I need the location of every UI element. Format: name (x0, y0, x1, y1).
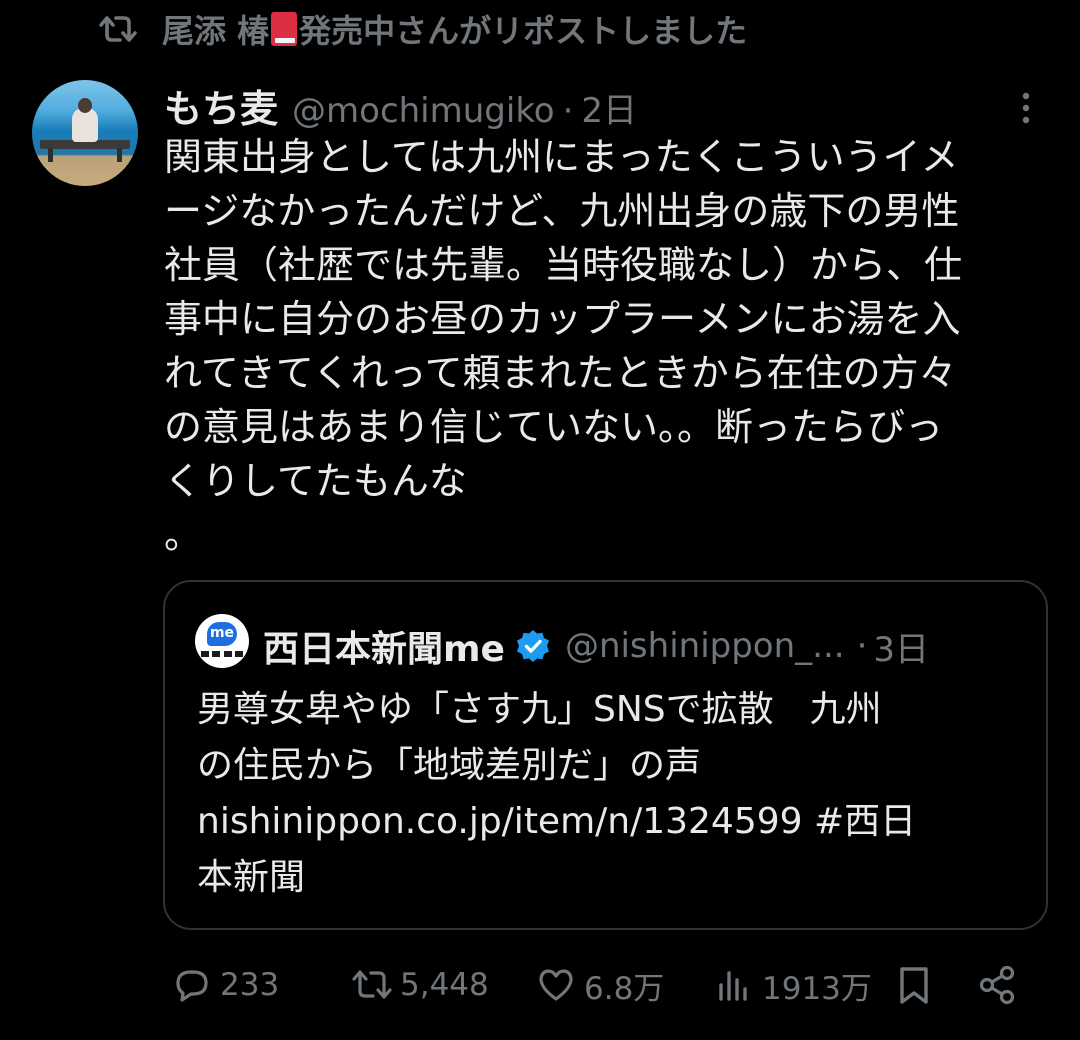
views-count: 1913万 (762, 970, 872, 1007)
separator: · (562, 91, 574, 131)
display-name[interactable]: もち麦 (164, 78, 278, 133)
repost-banner-name: 尾添 椿 (162, 12, 270, 50)
repost-count: 5,448 (400, 967, 489, 1003)
quoted-separator: · (856, 626, 868, 666)
quoted-handle[interactable]: @nishinippon_... (565, 626, 845, 666)
reply-icon (176, 970, 208, 1002)
repost-banner[interactable]: 尾添 椿 発売中さんがリポストしました (96, 8, 747, 50)
repost-banner-suffix: 発売中さんがリポストしました (299, 12, 748, 50)
heart-icon (539, 969, 573, 1001)
quoted-post[interactable]: me 西日本新聞me @nishinippon_... · 3日 男尊女卑やゆ「… (163, 580, 1048, 930)
handle[interactable]: @mochimugiko (292, 91, 555, 131)
more-vertical-icon[interactable] (1012, 88, 1040, 128)
action-bar: 233 5,448 6.8万 1913万 (164, 960, 1044, 1010)
quoted-avatar-logo: me (207, 622, 237, 646)
bookmark-button[interactable] (892, 960, 936, 1010)
bookmark-icon (900, 967, 928, 1004)
red-book-emoji (271, 12, 298, 46)
verified-badge-icon (516, 630, 549, 662)
repost-icon (99, 16, 137, 42)
timestamp[interactable]: 2日 (581, 83, 637, 132)
quoted-text: 男尊女卑やゆ「さす九」SNSで拡散 九州 の住民から「地域差別だ」の声 nish… (197, 689, 917, 898)
views-icon (719, 971, 747, 1001)
like-count: 6.8万 (584, 970, 665, 1007)
avatar[interactable] (32, 80, 138, 186)
post-text: 関東出身としては九州にまったくこういうイメ ージなかったんだけど、九州出身の歳下… (164, 135, 963, 557)
repost-icon (352, 970, 392, 999)
quoted-timestamp[interactable]: 3日 (873, 622, 929, 671)
quoted-display-name[interactable]: 西日本新聞me (263, 620, 505, 672)
share-icon (979, 965, 1015, 1005)
repost-button[interactable]: 5,448 (350, 960, 489, 1010)
quoted-header: 西日本新聞me @nishinippon_... · 3日 (263, 620, 929, 672)
reply-button[interactable]: 233 (170, 960, 279, 1010)
quoted-avatar[interactable]: me (195, 614, 249, 668)
like-button[interactable]: 6.8万 (534, 960, 664, 1010)
avatar-person (72, 108, 98, 142)
reply-count: 233 (220, 967, 280, 1003)
share-button[interactable] (976, 960, 1020, 1010)
post-header: もち麦 @mochimugiko · 2日 (164, 78, 637, 131)
views-button[interactable]: 1913万 (712, 960, 872, 1010)
